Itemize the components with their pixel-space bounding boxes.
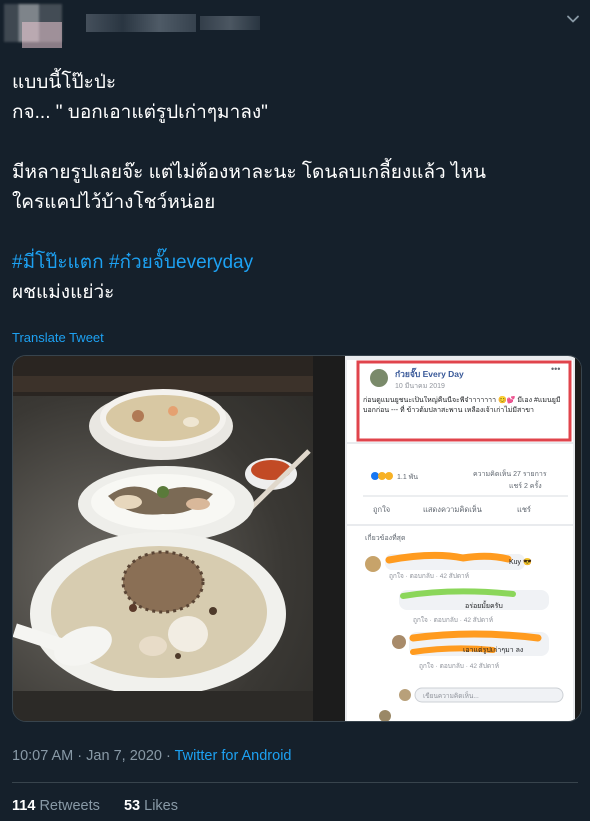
like-count: 53	[123, 798, 141, 814]
post-body: ก่อนดูแมนยูชนะเป็นใหญ่คืนนี้จะพี่จ๋าาาาา…	[363, 397, 561, 414]
likes-label: Likes	[144, 798, 178, 814]
divider	[12, 782, 578, 783]
retweets-stat[interactable]: 114 Retweets	[12, 798, 100, 814]
meta-separator: ·	[77, 748, 83, 764]
post-date: 10 มีนาคม 2019	[395, 382, 445, 390]
fb-share-label: แชร์	[517, 505, 531, 514]
meta-separator: ·	[166, 748, 171, 764]
page-name: ก๋วยจั๊บ Every Day	[395, 367, 464, 379]
my-avatar	[399, 689, 411, 701]
tweet-line: มีหลายรูปเลยจ๊ะ แต่ไม่ต้องหาละนะ โดนลบเก…	[12, 162, 487, 183]
tweet-stats: 114 Retweets 53 Likes	[12, 798, 178, 814]
fb-comment-label: แสดงความคิดเห็น	[423, 504, 482, 514]
fb-post-screenshot: ก๋วยจั๊บ Every Day 10 มีนาคม 2019 ••• ก่…	[313, 356, 581, 721]
tweet-meta: 10:07 AM · Jan 7, 2020 · Twitter for And…	[12, 748, 291, 764]
retweets-label: Retweets	[39, 798, 100, 814]
tweet-line: กจ... " บอกเอาแต่รูปเก่าๆมาลง"	[12, 102, 268, 123]
hashtag-link[interactable]: #มี่โป๊ะแตก	[12, 252, 104, 273]
comment-count: ความคิดเห็น 27 รายการ	[473, 469, 547, 478]
haha-reaction-icon	[378, 472, 386, 480]
comment-1-meta: ถูกใจ · ตอบกลับ · 42 สัปดาห์	[389, 572, 469, 580]
tweet-media[interactable]: ก๋วยจั๊บ Every Day 10 มีนาคม 2019 ••• ก่…	[12, 355, 582, 722]
tweet-line: ผชแม่งแย่ว่ะ	[12, 282, 115, 303]
tweet-line: ใครแคปไว้บ้างโชว์หน่อย	[12, 192, 216, 213]
comment-input-placeholder: เขียนความคิดเห็น...	[423, 691, 479, 700]
retweet-count: 114	[12, 798, 36, 814]
wow-reaction-icon	[385, 472, 393, 480]
phone-screenshot-photo[interactable]: ก๋วยจั๊บ Every Day 10 มีนาคม 2019 ••• ก่…	[313, 356, 581, 721]
tweet-header	[0, 0, 590, 60]
more-dots-icon: •••	[551, 364, 560, 374]
commenter-avatar	[365, 556, 381, 572]
chevron-down-icon[interactable]	[566, 12, 580, 26]
tweet-client-link[interactable]: Twitter for Android	[175, 748, 292, 764]
comment-2-meta: ถูกใจ · ตอบกลับ · 42 สัปดาห์	[413, 616, 493, 624]
tweet-time[interactable]: 10:07 AM	[12, 748, 73, 764]
translate-tweet-link[interactable]: Translate Tweet	[12, 330, 104, 345]
tweet-text: แบบนี้โป๊ะป่ะ กจ... " บอกเอาแต่รูปเก่าๆม…	[12, 68, 582, 308]
reaction-count: 1.1 พัน	[397, 473, 418, 481]
food-photo[interactable]	[13, 356, 313, 721]
page-avatar	[370, 369, 388, 387]
author-handle-blurred	[200, 16, 260, 30]
hashtag-link[interactable]: #ก๋วยจั๊บeveryday	[109, 252, 253, 273]
food-photo-illustration	[13, 356, 313, 721]
tweet-date[interactable]: Jan 7, 2020	[86, 748, 162, 764]
comment-1-name: Kuy 😎	[509, 557, 532, 566]
fb-like-label: ถูกใจ	[373, 505, 390, 514]
avatar-blur-overlay	[22, 22, 62, 48]
tweet-line: แบบนี้โป๊ะป่ะ	[12, 72, 117, 93]
comment-3-text: เอาแต่รูปเก่าๆมา ลง	[463, 647, 523, 654]
likes-stat[interactable]: 53 Likes	[124, 798, 178, 814]
comment-sort-label: เกี่ยวข้องที่สุด	[365, 533, 406, 542]
author-name-blurred[interactable]	[86, 14, 196, 32]
like-reaction-icon	[371, 472, 379, 480]
hashtag-line: #มี่โป๊ะแตก #ก๋วยจั๊บeveryday	[12, 248, 582, 278]
comment-3-meta: ถูกใจ · ตอบกลับ · 42 สัปดาห์	[419, 662, 499, 670]
commenter-avatar	[392, 635, 406, 649]
